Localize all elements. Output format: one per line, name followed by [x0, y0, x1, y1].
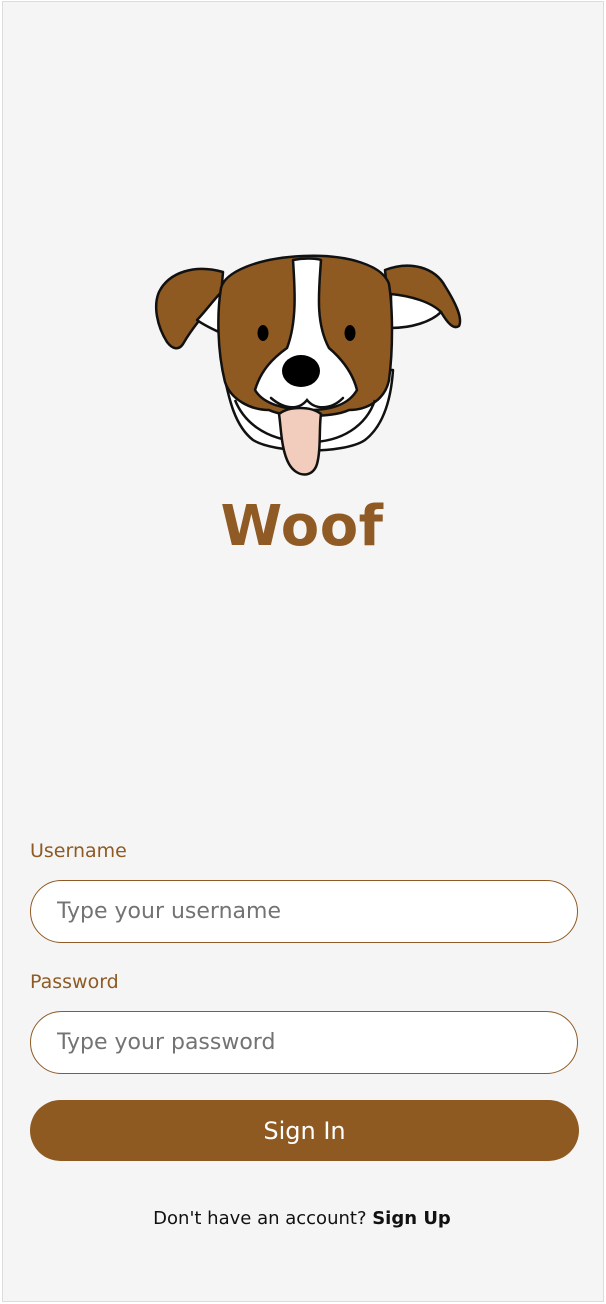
login-screen: Woof Username Password Sign In Don't hav…	[2, 1, 604, 1302]
username-input[interactable]	[30, 880, 578, 943]
signup-prompt-text: Don't have an account?	[153, 1208, 373, 1229]
signup-prompt-row: Don't have an account? Sign Up	[3, 1208, 601, 1229]
username-label: Username	[30, 840, 127, 862]
password-label: Password	[30, 971, 119, 993]
sign-in-button[interactable]: Sign In	[30, 1100, 579, 1161]
dog-face-icon	[155, 254, 462, 476]
app-title: Woof	[220, 494, 384, 559]
password-input[interactable]	[30, 1011, 578, 1074]
sign-up-link[interactable]: Sign Up	[372, 1208, 451, 1229]
